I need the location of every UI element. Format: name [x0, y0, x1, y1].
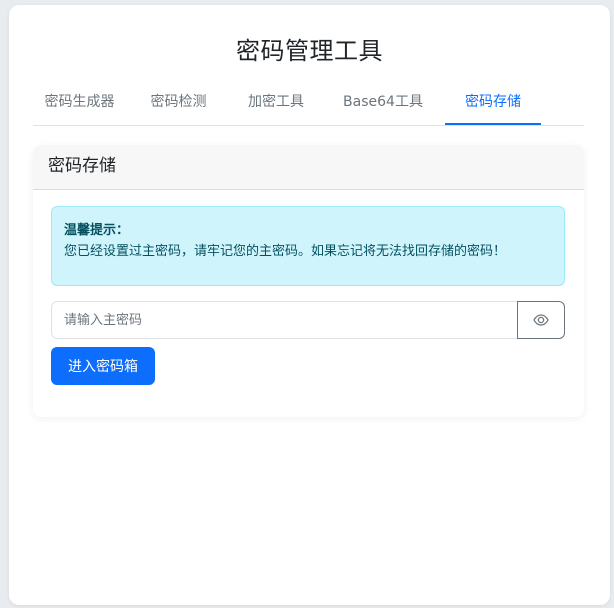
alert-message: 您已经设置过主密码，请牢记您的主密码。如果忘记将无法找回存储的密码！ — [64, 244, 507, 259]
alert-title: 温馨提示： — [64, 223, 130, 238]
tab-password-generator[interactable]: 密码生成器 — [33, 85, 126, 125]
app-card: 密码管理工具 密码生成器 密码检测 加密工具 Base64工具 密码存储 密码存… — [9, 5, 610, 605]
tab-encryption-tool[interactable]: 加密工具 — [231, 85, 321, 125]
tab-bar: 密码生成器 密码检测 加密工具 Base64工具 密码存储 — [33, 85, 584, 126]
panel-title: 密码存储 — [33, 145, 584, 190]
toggle-password-visibility-button[interactable] — [517, 301, 565, 339]
info-alert: 温馨提示： 您已经设置过主密码，请牢记您的主密码。如果忘记将无法找回存储的密码！ — [51, 206, 565, 286]
password-storage-panel: 密码存储 温馨提示： 您已经设置过主密码，请牢记您的主密码。如果忘记将无法找回存… — [33, 145, 584, 417]
master-password-input[interactable] — [51, 301, 517, 339]
enter-vault-button[interactable]: 进入密码箱 — [51, 347, 155, 385]
master-password-group — [51, 301, 565, 339]
eye-icon — [533, 312, 549, 328]
tab-password-checker[interactable]: 密码检测 — [126, 85, 231, 125]
tab-base64-tool[interactable]: Base64工具 — [321, 85, 445, 125]
app-title: 密码管理工具 — [236, 37, 383, 65]
tab-password-storage[interactable]: 密码存储 — [445, 85, 541, 125]
